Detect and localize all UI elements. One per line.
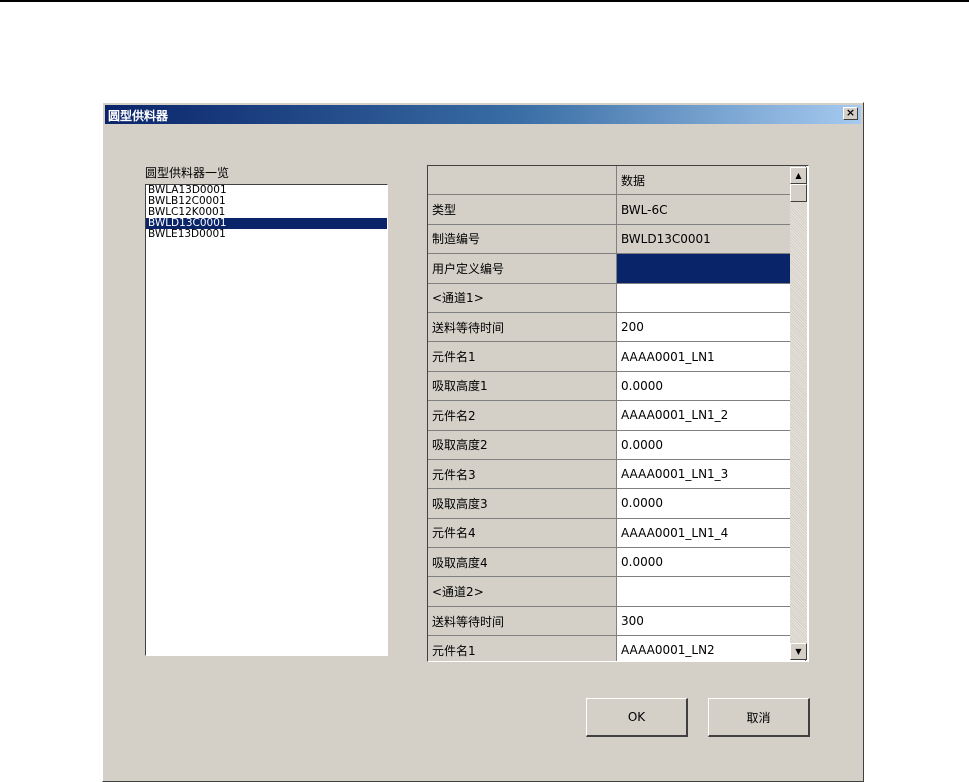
grid-row-label: 元件名3 <box>428 459 617 490</box>
grid-row-value[interactable]: 0.0000 <box>617 489 806 519</box>
top-rule <box>0 0 969 2</box>
grid-header-corner <box>428 166 617 196</box>
grid-row-label: 元件名2 <box>428 401 617 431</box>
close-icon: × <box>845 106 856 119</box>
grid-row-label: 送料等待时间 <box>428 606 617 637</box>
grid-row-label: 类型 <box>428 195 617 225</box>
grid-vertical-scrollbar[interactable]: ▲ ▼ <box>790 167 807 660</box>
cancel-button[interactable]: 取消 <box>708 698 810 737</box>
grid-row-value[interactable]: 200 <box>617 312 806 343</box>
feeder-list-label: 圆型供料器一览 <box>145 166 230 180</box>
grid-row-value[interactable]: 0.0000 <box>617 430 806 460</box>
scroll-up-button[interactable]: ▲ <box>790 167 807 184</box>
dialog-window: 圆型供料器 × 圆型供料器一览 BWLA13D0001 BWLB12C0001 BW… <box>102 102 864 782</box>
arrow-down-icon: ▼ <box>795 647 802 656</box>
grid-row: 元件名4 AAAA0001_LN1_4 <box>428 518 806 549</box>
grid-header-row: 数据 <box>428 166 806 196</box>
grid-row-label: 吸取高度3 <box>428 489 617 519</box>
feeder-list-item[interactable]: BWLE13D0001 <box>146 229 387 240</box>
grid-row: 吸取高度3 0.0000 <box>428 489 806 519</box>
grid-row-label: 元件名4 <box>428 518 617 549</box>
grid-row: 类型 BWL-6C <box>428 195 806 225</box>
window-title: 圆型供料器 <box>108 109 169 123</box>
title-bar[interactable]: 圆型供料器 × <box>105 105 861 124</box>
grid-row: <通道2> <box>428 577 806 607</box>
grid-row-value[interactable]: 0.0000 <box>617 548 806 578</box>
grid-row-value[interactable] <box>617 254 806 284</box>
grid-row-label: 吸取高度4 <box>428 548 617 578</box>
grid-row-label: <通道1> <box>428 283 617 313</box>
grid-row: 送料等待时间 300 <box>428 606 806 637</box>
grid-row: 用户定义编号 <box>428 254 806 284</box>
scroll-down-button[interactable]: ▼ <box>790 643 807 660</box>
grid-row-label: 元件名1 <box>428 636 617 661</box>
grid-row: 吸取高度2 0.0000 <box>428 430 806 460</box>
grid-row-label: 用户定义编号 <box>428 254 617 284</box>
grid-row: 吸取高度4 0.0000 <box>428 548 806 578</box>
grid-row-label: 送料等待时间 <box>428 312 617 343</box>
grid-row: 送料等待时间 200 <box>428 312 806 343</box>
arrow-up-icon: ▲ <box>795 171 802 180</box>
grid-row: 吸取高度1 0.0000 <box>428 371 806 402</box>
grid-row: 元件名1 AAAA0001_LN2 <box>428 636 806 661</box>
grid-row: 元件名3 AAAA0001_LN1_3 <box>428 459 806 490</box>
grid-row-value[interactable]: AAAA0001_LN1 <box>617 342 806 372</box>
grid-header-data: 数据 <box>617 166 806 196</box>
grid-row-label: 吸取高度2 <box>428 430 617 460</box>
grid-row-value[interactable] <box>617 577 806 607</box>
grid-row-value[interactable]: AAAA0001_LN1_3 <box>617 459 806 490</box>
grid-row: 元件名2 AAAA0001_LN1_2 <box>428 401 806 431</box>
grid-row-value[interactable]: AAAA0001_LN1_4 <box>617 518 806 549</box>
close-button[interactable]: × <box>843 107 858 120</box>
grid-row-value[interactable] <box>617 283 806 313</box>
data-grid[interactable]: 数据 类型 BWL-6C 制造编号 BWLD13C0001 用户定义编号 <通道1> 送料等… <box>427 165 809 662</box>
grid-row-value: BWL-6C <box>617 195 806 225</box>
grid-row-label: <通道2> <box>428 577 617 607</box>
grid-row: 元件名1 AAAA0001_LN1 <box>428 342 806 372</box>
grid-row-value: BWLD13C0001 <box>617 224 806 255</box>
grid-row: 制造编号 BWLD13C0001 <box>428 224 806 255</box>
grid-row-value[interactable]: AAAA0001_LN1_2 <box>617 401 806 431</box>
grid-row-value[interactable]: AAAA0001_LN2 <box>617 636 806 661</box>
scroll-thumb[interactable] <box>790 184 807 202</box>
grid-row-value[interactable]: 300 <box>617 606 806 637</box>
grid-row-label: 吸取高度1 <box>428 371 617 402</box>
grid-row-label: 制造编号 <box>428 224 617 255</box>
grid-row: <通道1> <box>428 283 806 313</box>
grid-row-label: 元件名1 <box>428 342 617 372</box>
grid-row-value[interactable]: 0.0000 <box>617 371 806 402</box>
ok-button[interactable]: OK <box>586 698 688 737</box>
feeder-listbox[interactable]: BWLA13D0001 BWLB12C0001 BWLC12K0001 BWLD13C… <box>145 184 388 656</box>
